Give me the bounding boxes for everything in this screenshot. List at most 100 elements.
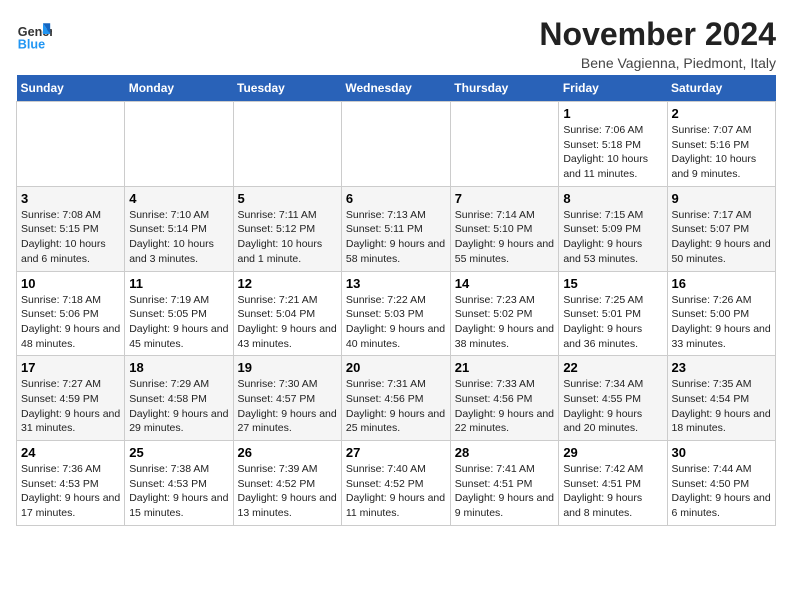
day-number: 24 xyxy=(21,445,120,460)
table-row: 22 Sunrise: 7:34 AM Sunset: 4:55 PM Dayli… xyxy=(559,356,667,441)
table-row: 3 Sunrise: 7:08 AM Sunset: 5:15 PM Daylig… xyxy=(17,186,125,271)
day-number: 25 xyxy=(129,445,228,460)
day-number: 22 xyxy=(563,360,662,375)
day-number: 14 xyxy=(455,276,555,291)
day-info: Sunrise: 7:26 AM Sunset: 5:00 PM Dayligh… xyxy=(672,293,772,352)
table-row: 29Sunrise: 7:42 AM Sunset: 4:51 PM Dayli… xyxy=(559,441,667,526)
day-info: Sunrise: 7:22 AM Sunset: 5:03 PM Dayligh… xyxy=(346,293,446,352)
calendar-week-row: 3 Sunrise: 7:08 AM Sunset: 5:15 PM Daylig… xyxy=(17,186,776,271)
day-info: Sunrise: 7:35 AM Sunset: 4:54 PM Dayligh… xyxy=(672,377,772,436)
day-number: 27 xyxy=(346,445,446,460)
day-number: 17 xyxy=(21,360,120,375)
col-sunday: Sunday xyxy=(17,75,125,102)
day-number: 8 xyxy=(563,191,662,206)
location-subtitle: Bene Vagienna, Piedmont, Italy xyxy=(539,55,776,71)
day-number: 28 xyxy=(455,445,555,460)
col-saturday: Saturday xyxy=(667,75,776,102)
logo: General Blue xyxy=(16,16,52,52)
col-tuesday: Tuesday xyxy=(233,75,341,102)
day-info: Sunrise: 7:18 AM Sunset: 5:06 PM Dayligh… xyxy=(21,293,120,352)
day-info: Sunrise: 7:21 AM Sunset: 5:04 PM Dayligh… xyxy=(238,293,337,352)
table-row xyxy=(17,102,125,187)
day-info: Sunrise: 7:44 AM Sunset: 4:50 PM Dayligh… xyxy=(672,462,772,521)
day-info: Sunrise: 7:38 AM Sunset: 4:53 PM Dayligh… xyxy=(129,462,228,521)
day-number: 9 xyxy=(672,191,772,206)
day-info: Sunrise: 7:10 AM Sunset: 5:14 PM Dayligh… xyxy=(129,208,228,267)
table-row: 19 Sunrise: 7:30 AM Sunset: 4:57 PM Dayli… xyxy=(233,356,341,441)
calendar-week-row: 10 Sunrise: 7:18 AM Sunset: 5:06 PM Dayli… xyxy=(17,271,776,356)
table-row: 26 Sunrise: 7:39 AM Sunset: 4:52 PM Dayli… xyxy=(233,441,341,526)
svg-text:Blue: Blue xyxy=(18,37,45,51)
day-info: Sunrise: 7:14 AM Sunset: 5:10 PM Dayligh… xyxy=(455,208,555,267)
col-monday: Monday xyxy=(125,75,233,102)
day-number: 6 xyxy=(346,191,446,206)
day-info: Sunrise: 7:40 AM Sunset: 4:52 PM Dayligh… xyxy=(346,462,446,521)
day-number: 2 xyxy=(672,106,772,121)
table-row: 30Sunrise: 7:44 AM Sunset: 4:50 PM Dayli… xyxy=(667,441,776,526)
table-row: 4 Sunrise: 7:10 AM Sunset: 5:14 PM Daylig… xyxy=(125,186,233,271)
calendar-week-row: 24Sunrise: 7:36 AM Sunset: 4:53 PM Dayli… xyxy=(17,441,776,526)
table-row xyxy=(125,102,233,187)
table-row: 21 Sunrise: 7:33 AM Sunset: 4:56 PM Dayli… xyxy=(450,356,559,441)
day-info: Sunrise: 7:17 AM Sunset: 5:07 PM Dayligh… xyxy=(672,208,772,267)
day-info: Sunrise: 7:31 AM Sunset: 4:56 PM Dayligh… xyxy=(346,377,446,436)
day-info: Sunrise: 7:34 AM Sunset: 4:55 PM Dayligh… xyxy=(563,377,662,436)
day-info: Sunrise: 7:41 AM Sunset: 4:51 PM Dayligh… xyxy=(455,462,555,521)
col-wednesday: Wednesday xyxy=(341,75,450,102)
table-row: 11 Sunrise: 7:19 AM Sunset: 5:05 PM Dayli… xyxy=(125,271,233,356)
day-number: 11 xyxy=(129,276,228,291)
table-row: 16 Sunrise: 7:26 AM Sunset: 5:00 PM Dayli… xyxy=(667,271,776,356)
day-number: 29 xyxy=(563,445,662,460)
table-row: 5Sunrise: 7:11 AM Sunset: 5:12 PM Daylig… xyxy=(233,186,341,271)
day-info: Sunrise: 7:07 AM Sunset: 5:16 PM Dayligh… xyxy=(672,123,772,182)
table-row: 14 Sunrise: 7:23 AM Sunset: 5:02 PM Dayli… xyxy=(450,271,559,356)
day-number: 3 xyxy=(21,191,120,206)
col-thursday: Thursday xyxy=(450,75,559,102)
day-number: 10 xyxy=(21,276,120,291)
day-info: Sunrise: 7:30 AM Sunset: 4:57 PM Dayligh… xyxy=(238,377,337,436)
table-row xyxy=(233,102,341,187)
table-row: 12 Sunrise: 7:21 AM Sunset: 5:04 PM Dayli… xyxy=(233,271,341,356)
table-row: 24Sunrise: 7:36 AM Sunset: 4:53 PM Dayli… xyxy=(17,441,125,526)
day-number: 12 xyxy=(238,276,337,291)
day-number: 23 xyxy=(672,360,772,375)
day-number: 4 xyxy=(129,191,228,206)
day-info: Sunrise: 7:33 AM Sunset: 4:56 PM Dayligh… xyxy=(455,377,555,436)
table-row: 13 Sunrise: 7:22 AM Sunset: 5:03 PM Dayli… xyxy=(341,271,450,356)
table-row: 18Sunrise: 7:29 AM Sunset: 4:58 PM Dayli… xyxy=(125,356,233,441)
table-row: 9 Sunrise: 7:17 AM Sunset: 5:07 PM Daylig… xyxy=(667,186,776,271)
day-info: Sunrise: 7:25 AM Sunset: 5:01 PM Dayligh… xyxy=(563,293,662,352)
day-number: 1 xyxy=(563,106,662,121)
table-row: 25 Sunrise: 7:38 AM Sunset: 4:53 PM Dayli… xyxy=(125,441,233,526)
logo-icon: General Blue xyxy=(16,16,52,52)
day-number: 26 xyxy=(238,445,337,460)
day-number: 18 xyxy=(129,360,228,375)
table-row: 15 Sunrise: 7:25 AM Sunset: 5:01 PM Dayli… xyxy=(559,271,667,356)
table-row xyxy=(341,102,450,187)
days-header-row: Sunday Monday Tuesday Wednesday Thursday… xyxy=(17,75,776,102)
day-number: 19 xyxy=(238,360,337,375)
table-row: 28 Sunrise: 7:41 AM Sunset: 4:51 PM Dayli… xyxy=(450,441,559,526)
table-row: 27 Sunrise: 7:40 AM Sunset: 4:52 PM Dayli… xyxy=(341,441,450,526)
day-info: Sunrise: 7:15 AM Sunset: 5:09 PM Dayligh… xyxy=(563,208,662,267)
day-info: Sunrise: 7:06 AM Sunset: 5:18 PM Dayligh… xyxy=(563,123,662,182)
month-year-title: November 2024 xyxy=(539,16,776,53)
day-info: Sunrise: 7:23 AM Sunset: 5:02 PM Dayligh… xyxy=(455,293,555,352)
day-info: Sunrise: 7:39 AM Sunset: 4:52 PM Dayligh… xyxy=(238,462,337,521)
day-number: 13 xyxy=(346,276,446,291)
table-row: 8 Sunrise: 7:15 AM Sunset: 5:09 PM Daylig… xyxy=(559,186,667,271)
day-number: 16 xyxy=(672,276,772,291)
col-friday: Friday xyxy=(559,75,667,102)
table-row: 7Sunrise: 7:14 AM Sunset: 5:10 PM Daylig… xyxy=(450,186,559,271)
day-number: 15 xyxy=(563,276,662,291)
table-row: 23 Sunrise: 7:35 AM Sunset: 4:54 PM Dayli… xyxy=(667,356,776,441)
table-row: 17Sunrise: 7:27 AM Sunset: 4:59 PM Dayli… xyxy=(17,356,125,441)
day-info: Sunrise: 7:13 AM Sunset: 5:11 PM Dayligh… xyxy=(346,208,446,267)
day-info: Sunrise: 7:19 AM Sunset: 5:05 PM Dayligh… xyxy=(129,293,228,352)
day-info: Sunrise: 7:08 AM Sunset: 5:15 PM Dayligh… xyxy=(21,208,120,267)
calendar-week-row: 17Sunrise: 7:27 AM Sunset: 4:59 PM Dayli… xyxy=(17,356,776,441)
table-row: 20 Sunrise: 7:31 AM Sunset: 4:56 PM Dayli… xyxy=(341,356,450,441)
day-number: 21 xyxy=(455,360,555,375)
table-row: 2 Sunrise: 7:07 AM Sunset: 5:16 PM Daylig… xyxy=(667,102,776,187)
day-number: 20 xyxy=(346,360,446,375)
